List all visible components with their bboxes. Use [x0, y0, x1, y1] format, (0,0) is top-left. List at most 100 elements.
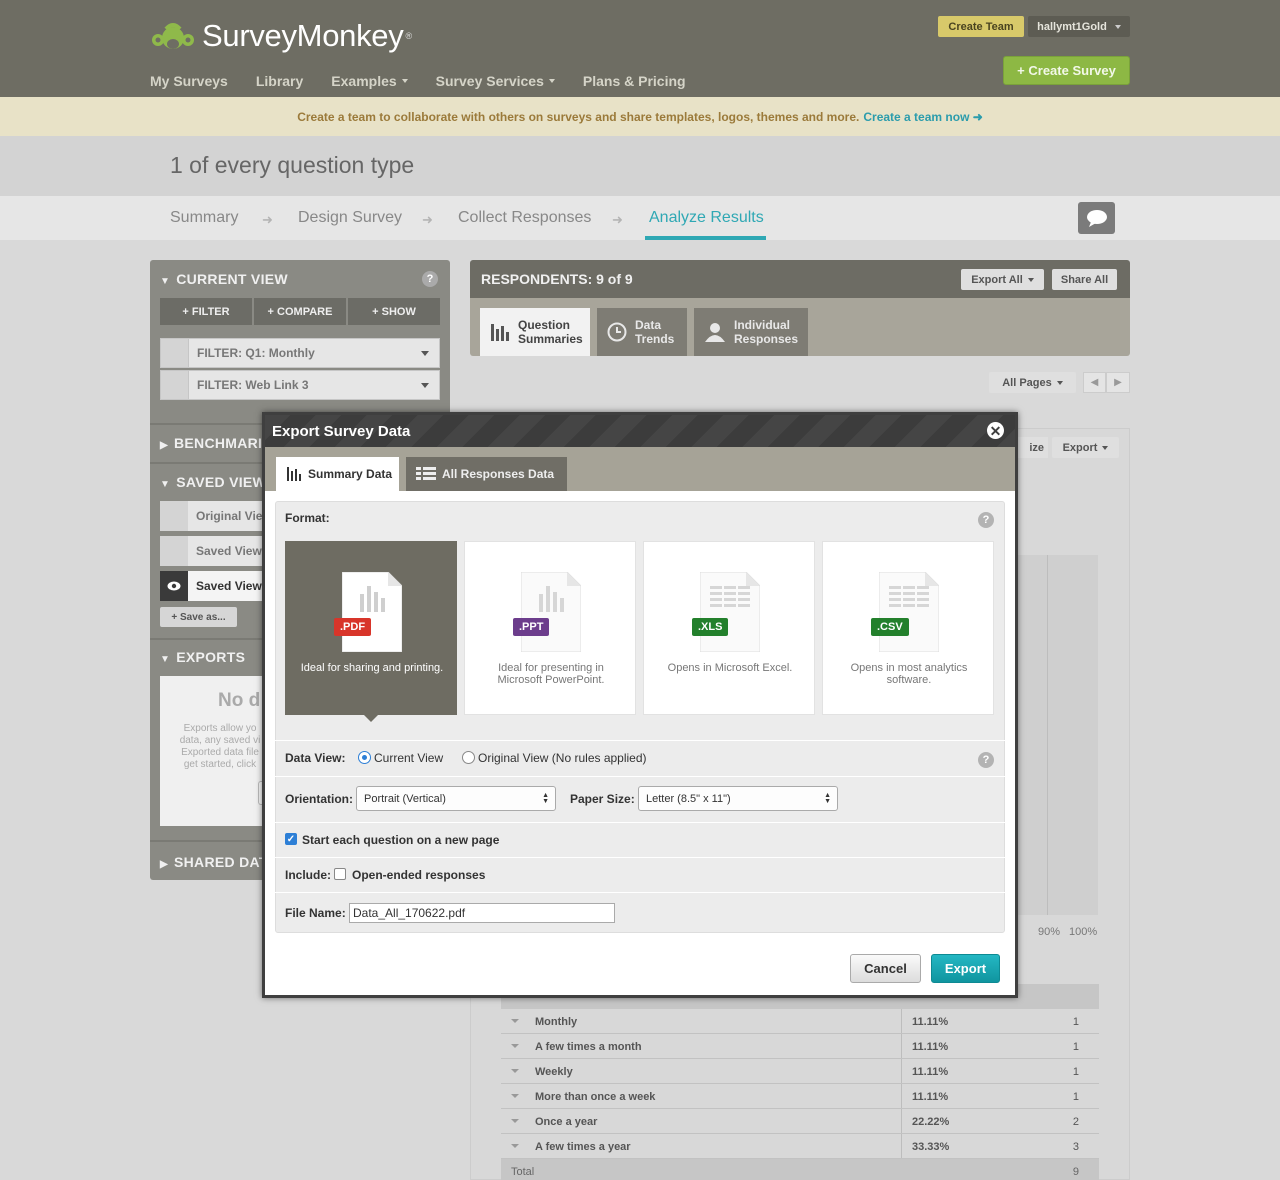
- help-icon[interactable]: ?: [978, 752, 994, 768]
- chevron-down-icon[interactable]: [511, 1069, 519, 1073]
- tab-individual-responses[interactable]: Individual Responses: [694, 308, 808, 356]
- feedback-button[interactable]: [1078, 202, 1115, 234]
- chevron-down-icon[interactable]: [511, 1019, 519, 1023]
- open-ended-checkbox[interactable]: [334, 868, 346, 880]
- file-name-input[interactable]: [349, 903, 615, 923]
- saved-view-item[interactable]: Saved View: [160, 536, 270, 566]
- triangle-down-icon: ▼: [160, 276, 171, 287]
- open-ended-label[interactable]: Open-ended responses: [352, 868, 485, 882]
- tab-summary-data[interactable]: Summary Data: [276, 457, 399, 491]
- response-percent: 11.11%: [912, 1066, 949, 1078]
- export-question-button[interactable]: Export: [1052, 437, 1119, 458]
- nav-examples[interactable]: Examples: [331, 73, 408, 89]
- new-page-checkbox[interactable]: ✓: [285, 833, 297, 845]
- section-label: EXPORTS: [176, 649, 246, 665]
- radio-original-view[interactable]: [462, 751, 475, 764]
- chevron-down-icon[interactable]: [511, 1144, 519, 1148]
- format-card-pdf[interactable]: .PDF Ideal for sharing and printing.: [285, 541, 457, 715]
- drag-handle[interactable]: [161, 339, 189, 367]
- user-menu[interactable]: hallymt1Gold: [1028, 16, 1130, 37]
- tab-all-responses-data[interactable]: All Responses Data: [406, 457, 567, 491]
- next-page-button[interactable]: ▶: [1106, 372, 1130, 393]
- new-page-label[interactable]: Start each question on a new page: [302, 833, 499, 847]
- surveymonkey-logo[interactable]: SurveyMonkey ®: [150, 18, 412, 54]
- format-card-ppt[interactable]: .PPT Ideal for presenting in Microsoft P…: [464, 541, 636, 715]
- tab-label: Data Trends: [635, 318, 674, 346]
- chevron-down-icon: [1102, 445, 1109, 450]
- radio-label[interactable]: Current View: [374, 751, 443, 765]
- chevron-down-icon[interactable]: [421, 350, 429, 356]
- response-percent: 22.22%: [912, 1116, 950, 1128]
- show-button[interactable]: + SHOW: [348, 298, 440, 325]
- arrow-right-icon: ➜: [422, 212, 433, 227]
- dialog-title: Export Survey Data: [272, 423, 411, 440]
- filter-button[interactable]: + FILTER: [160, 298, 252, 325]
- filter-row[interactable]: FILTER: Q1: Monthly: [160, 338, 440, 368]
- chevron-down-icon[interactable]: [511, 1119, 519, 1123]
- cancel-button[interactable]: Cancel: [850, 954, 921, 983]
- respondents-count: RESPONDENTS: 9 of 9: [481, 271, 633, 287]
- ppt-document-icon: .PPT: [513, 571, 582, 653]
- current-view-header[interactable]: ▼ CURRENT VIEW: [160, 271, 288, 287]
- divider: [275, 740, 1005, 741]
- button-label: Export All: [971, 273, 1023, 286]
- section-label: SAVED VIEW: [176, 474, 267, 490]
- paper-size-select[interactable]: Letter (8.5" x 11") ▲ ▼: [638, 786, 838, 811]
- format-card-xls[interactable]: .XLS Opens in Microsoft Excel.: [643, 541, 815, 715]
- nav-library[interactable]: Library: [256, 73, 303, 89]
- create-team-link[interactable]: Create a team now ➜: [863, 110, 982, 124]
- radio-label[interactable]: Original View (No rules applied): [478, 751, 647, 765]
- orientation-select[interactable]: Portrait (Vertical) ▲ ▼: [356, 786, 556, 811]
- filter-row[interactable]: FILTER: Web Link 3: [160, 370, 440, 400]
- save-as-button[interactable]: + Save as...: [160, 607, 237, 627]
- format-card-csv[interactable]: .CSV Opens in most analytics software.: [822, 541, 994, 715]
- create-team-button[interactable]: Create Team: [938, 16, 1024, 37]
- nav-plans-pricing[interactable]: Plans & Pricing: [583, 73, 686, 89]
- chevron-down-icon[interactable]: [511, 1094, 519, 1098]
- chevron-down-icon[interactable]: [421, 382, 429, 388]
- step-design-survey[interactable]: Design Survey: [298, 209, 402, 227]
- table-total-row: Total 9: [501, 1159, 1099, 1180]
- drag-handle[interactable]: [161, 371, 189, 399]
- paper-size-label: Paper Size:: [570, 792, 635, 806]
- compare-button[interactable]: + COMPARE: [254, 298, 346, 325]
- radio-current-view[interactable]: [358, 751, 371, 764]
- saved-view-item-active[interactable]: Saved View: [160, 571, 270, 601]
- tab-question-summaries[interactable]: Question Summaries: [480, 308, 590, 356]
- nav-my-surveys[interactable]: My Surveys: [150, 73, 228, 89]
- format-badge: .XLS: [692, 618, 729, 636]
- saved-views-header[interactable]: ▼ SAVED VIEW: [160, 474, 266, 490]
- nav-survey-services[interactable]: Survey Services: [436, 73, 555, 89]
- step-collect-responses[interactable]: Collect Responses: [458, 209, 591, 227]
- chevron-down-icon[interactable]: [511, 1044, 519, 1048]
- saved-view-item[interactable]: Original Vie: [160, 501, 270, 531]
- triangle-down-icon: ▼: [160, 479, 171, 490]
- export-button[interactable]: Export: [931, 954, 1000, 983]
- export-all-button[interactable]: Export All: [961, 269, 1044, 290]
- tab-data-trends[interactable]: Data Trends: [597, 308, 687, 356]
- view-buttons: + FILTER + COMPARE + SHOW: [160, 298, 440, 325]
- response-cell: 11.11% 1: [901, 1034, 1099, 1058]
- section-label: BENCHMARI: [174, 435, 263, 451]
- filter-text: FILTER: Web Link 3: [197, 378, 309, 392]
- chevron-down-icon: [401, 79, 408, 83]
- create-survey-button[interactable]: + Create Survey: [1003, 56, 1130, 85]
- tab-label-line: Question: [518, 318, 571, 332]
- benchmarks-header[interactable]: ▶ BENCHMARI: [160, 435, 262, 451]
- help-icon[interactable]: ?: [978, 512, 994, 528]
- divider: [275, 892, 1005, 893]
- help-icon[interactable]: ?: [422, 271, 438, 287]
- exports-header[interactable]: ▼ EXPORTS: [160, 649, 245, 665]
- share-all-button[interactable]: Share All: [1052, 269, 1117, 290]
- xls-document-icon: .XLS: [692, 571, 761, 653]
- prev-page-button[interactable]: ◀: [1083, 372, 1106, 393]
- step-analyze-results[interactable]: Analyze Results: [649, 209, 764, 227]
- response-cell: 22.22% 2: [901, 1109, 1099, 1133]
- step-summary[interactable]: Summary: [170, 209, 238, 227]
- select-value: Letter (8.5" x 11"): [646, 792, 731, 805]
- selected-pointer: [364, 715, 378, 722]
- logo-text: SurveyMonkey: [202, 18, 404, 53]
- shared-data-header[interactable]: ▶ SHARED DAT: [160, 854, 268, 870]
- close-icon[interactable]: ✕: [987, 422, 1004, 439]
- all-pages-dropdown[interactable]: All Pages: [989, 372, 1076, 393]
